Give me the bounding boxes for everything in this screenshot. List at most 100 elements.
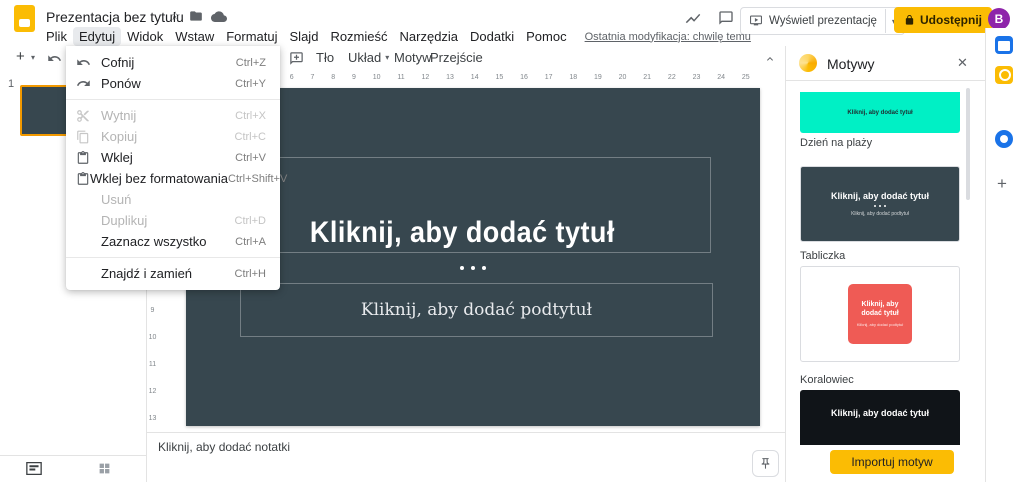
themes-icon (799, 54, 817, 72)
comments-icon[interactable] (718, 10, 734, 26)
ruler-number: 25 (742, 74, 750, 81)
grid-view-icon[interactable] (98, 462, 111, 475)
ruler-number: 24 (717, 74, 725, 81)
menu-item-cofnij[interactable]: Cofnij Ctrl+Z (66, 52, 280, 73)
theme-card-dark[interactable]: Kliknij, aby dodać tytuł (800, 390, 960, 445)
calendar-icon[interactable] (995, 36, 1013, 54)
layout-button[interactable]: Układ ▾ (348, 50, 389, 65)
import-theme-button[interactable]: Importuj motyw (830, 450, 954, 474)
ruler-number: 13 (446, 74, 454, 81)
title-placeholder[interactable]: Kliknij, aby dodać tytuł (213, 157, 711, 253)
redo-icon (76, 76, 101, 91)
menu-slajd[interactable]: Slajd (284, 27, 325, 46)
menu-item-wytnij: Wytnij Ctrl+X (66, 105, 280, 126)
cloud-status-icon[interactable] (211, 10, 227, 22)
explore-button[interactable] (752, 450, 779, 477)
menu-bar: Plik Edytuj Widok Wstaw Formatuj Slajd R… (40, 27, 751, 46)
last-modified-link[interactable]: Ostatnia modyfikacja: chwilę temu (585, 31, 751, 43)
new-slide-caret-icon[interactable]: ▾ (31, 53, 35, 62)
view-switcher (0, 455, 146, 482)
ruler-number: 10 (373, 74, 381, 81)
menu-separator (66, 99, 280, 100)
ruler-number: 10 (149, 334, 157, 341)
tasks-icon[interactable] (995, 130, 1013, 148)
menu-narzedzia[interactable]: Narzędzia (394, 27, 465, 46)
filmstrip-view-icon[interactable] (26, 462, 42, 475)
menu-item-wklej-bez-formatowania[interactable]: Wklej bez formatowania Ctrl+Shift+V (66, 168, 280, 189)
lock-icon (904, 14, 915, 26)
avatar[interactable]: B (988, 8, 1010, 30)
theme-name-label: Koralowiec (800, 374, 854, 386)
present-screen-icon (749, 15, 763, 27)
close-icon[interactable]: ✕ (957, 55, 968, 71)
slide-number: 1 (8, 78, 14, 90)
ruler-number: 8 (331, 74, 335, 81)
theme-card-tabliczka[interactable]: Kliknij, aby dodać tytuł Kliknij, aby do… (800, 166, 960, 242)
collapse-toolbar-icon[interactable] (764, 53, 776, 65)
new-slide-button[interactable]: + (16, 48, 25, 65)
present-button-divider (885, 9, 886, 33)
keep-icon[interactable] (995, 66, 1013, 84)
present-button[interactable]: Wyświetl prezentację ▾ (740, 7, 905, 35)
title-placeholder-text: Kliknij, aby dodać tytuł (310, 216, 615, 250)
move-folder-icon[interactable] (189, 10, 203, 22)
menu-dodatki[interactable]: Dodatki (464, 27, 520, 46)
ruler-number: 16 (520, 74, 528, 81)
menu-formatuj[interactable]: Formatuj (220, 27, 283, 46)
ruler-number: 9 (151, 307, 155, 314)
coral-title-block: Kliknij, aby dodać tytuł Kliknij, aby do… (848, 284, 912, 344)
cut-icon (76, 109, 101, 123)
add-comment-button[interactable] (289, 51, 304, 66)
ruler-number: 15 (495, 74, 503, 81)
theme-button[interactable]: Motyw (394, 50, 432, 65)
activity-dashboard-icon[interactable] (684, 12, 702, 25)
menu-wstaw[interactable]: Wstaw (169, 27, 220, 46)
ruler-number: 9 (352, 74, 356, 81)
ruler-number: 6 (290, 74, 294, 81)
title-dots-decoration (471, 266, 475, 270)
ruler-number: 12 (422, 74, 430, 81)
menu-widok[interactable]: Widok (121, 27, 169, 46)
theme-card-title: Kliknij, aby dodać tytuł (831, 191, 929, 201)
add-addon-icon[interactable]: + (997, 174, 1007, 194)
side-panel-rail (985, 28, 1023, 482)
slides-logo[interactable] (14, 5, 35, 32)
theme-card-koralowiec[interactable]: Kliknij, aby dodać tytuł Kliknij, aby do… (800, 266, 960, 362)
theme-card-subtitle: Kliknij, aby dodać podtytuł (851, 211, 909, 217)
share-button[interactable]: Udostępnij (894, 7, 992, 33)
subtitle-placeholder[interactable]: Kliknij, aby dodać podtytuł (240, 283, 713, 337)
ruler-number: 13 (149, 415, 157, 422)
menu-pomoc[interactable]: Pomoc (520, 27, 572, 46)
menu-item-wklej[interactable]: Wklej Ctrl+V (66, 147, 280, 168)
document-title[interactable]: Prezentacja bez tytułu (46, 9, 184, 25)
star-icon[interactable]: ☆ (170, 9, 181, 23)
menu-plik[interactable]: Plik (40, 27, 73, 46)
themes-panel-title: Motywy (827, 56, 874, 72)
ruler-number: 19 (594, 74, 602, 81)
speaker-notes[interactable]: Kliknij, aby dodać notatki (146, 432, 785, 482)
paste-plain-icon (76, 172, 90, 186)
copy-icon (76, 130, 101, 144)
edit-menu-dropdown: Cofnij Ctrl+Z Ponów Ctrl+Y Wytnij Ctrl+X… (66, 46, 280, 290)
ruler-number: 7 (311, 74, 315, 81)
theme-card-dzien-na-plazy[interactable]: Kliknij, aby dodać tytuł (800, 92, 960, 133)
ruler-number: 23 (693, 74, 701, 81)
ruler-number: 11 (397, 74, 404, 81)
menu-item-znajdz-i-zamien[interactable]: Znajdź i zamień Ctrl+H (66, 263, 280, 284)
ruler-number: 21 (643, 74, 651, 81)
menu-item-zaznacz-wszystko[interactable]: Zaznacz wszystko Ctrl+A (66, 231, 280, 252)
ruler-number: 12 (149, 388, 157, 395)
themes-scrollbar[interactable] (966, 88, 970, 200)
subtitle-placeholder-text: Kliknij, aby dodać podtytuł (361, 300, 592, 320)
theme-card-title: Kliknij, aby dodać tytuł (847, 110, 912, 116)
theme-name-label: Dzień na plaży (800, 137, 872, 149)
theme-card-title: Kliknij, aby dodać tytuł (852, 301, 908, 319)
menu-rozmiesc[interactable]: Rozmieść (324, 27, 393, 46)
menu-item-ponow[interactable]: Ponów Ctrl+Y (66, 73, 280, 94)
ruler-number: 22 (668, 74, 676, 81)
transition-button[interactable]: Przejście (430, 50, 483, 65)
menu-edytuj[interactable]: Edytuj (73, 27, 121, 46)
undo-button[interactable] (47, 51, 62, 66)
background-button[interactable]: Tło (316, 50, 334, 65)
ruler-number: 20 (619, 74, 627, 81)
